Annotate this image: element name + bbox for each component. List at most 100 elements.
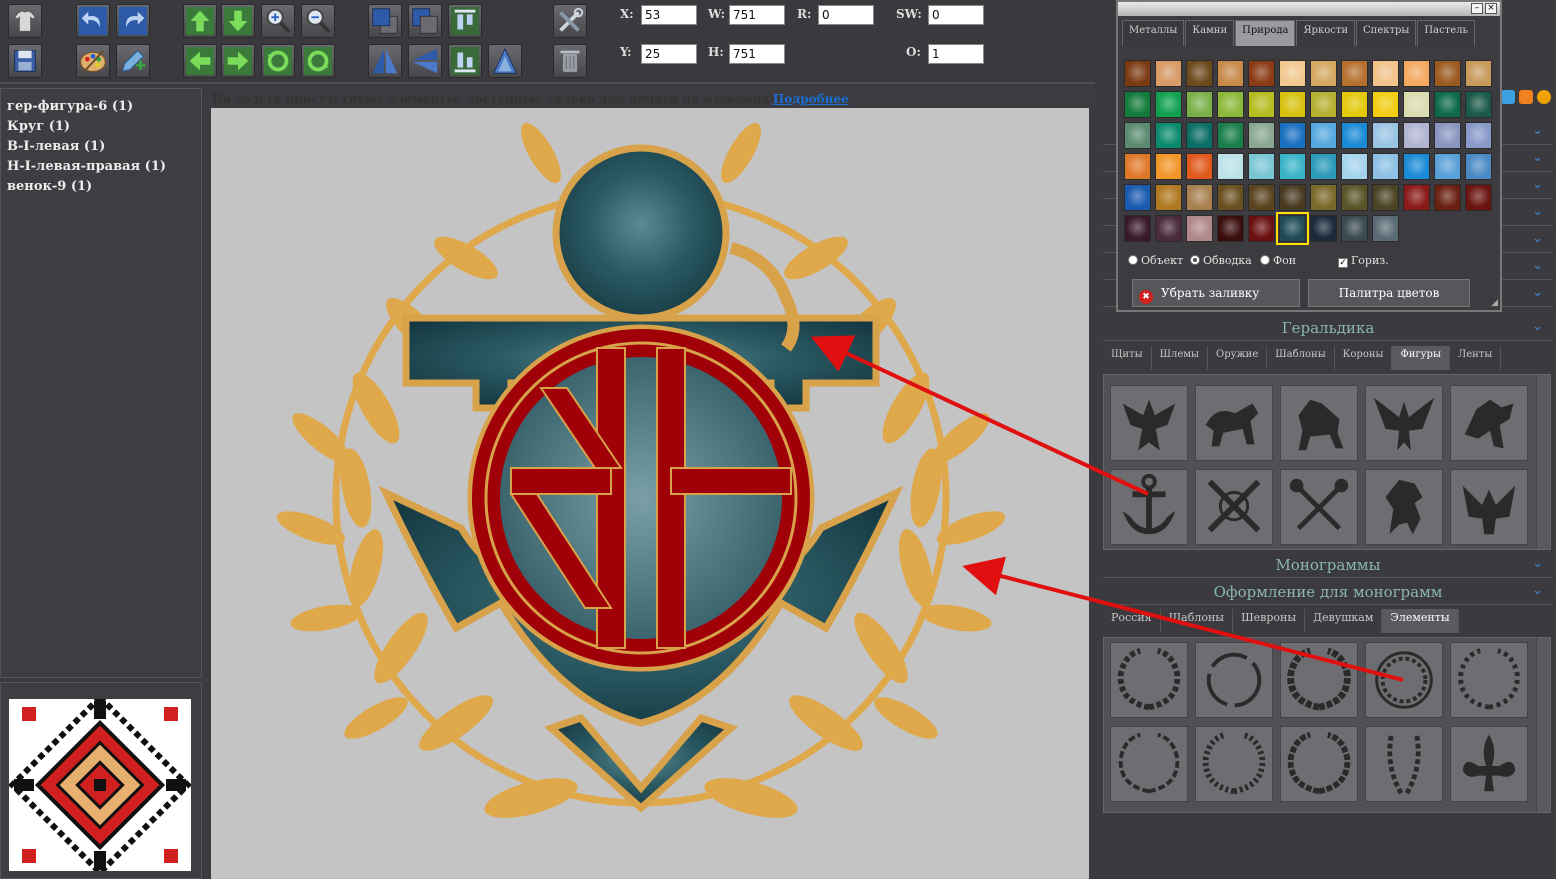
tab-nature[interactable]: Природа [1235,20,1296,46]
color-swatch[interactable] [1276,212,1309,245]
wreath-element[interactable] [1365,726,1443,802]
color-swatch[interactable] [1310,215,1337,242]
color-swatch[interactable] [1372,184,1399,211]
tab-ribbons[interactable]: Ленты [1450,346,1502,370]
color-swatch[interactable] [1248,153,1275,180]
color-swatch[interactable] [1310,153,1337,180]
color-swatch[interactable] [1155,122,1182,149]
palette-button[interactable] [76,44,110,78]
color-swatch[interactable] [1372,60,1399,87]
color-swatch[interactable] [1310,60,1337,87]
color-swatch[interactable] [1248,215,1275,242]
palette-titlebar[interactable]: – × [1118,2,1500,16]
color-swatch[interactable] [1465,153,1492,180]
layer-item[interactable]: Круг (1) [7,117,195,137]
move-down-button[interactable] [221,4,255,38]
color-swatch[interactable] [1465,184,1492,211]
twitter-icon[interactable] [1501,90,1515,104]
color-swatch[interactable] [1217,122,1244,149]
tab-elements[interactable]: Элементы [1382,609,1459,633]
anchor-monogram-design[interactable] [211,108,1089,879]
x-input[interactable] [641,5,697,25]
tab-templates[interactable]: Шаблоны [1161,609,1234,633]
color-swatch[interactable] [1341,60,1368,87]
wreath-element[interactable] [1450,642,1528,718]
tab-helmets[interactable]: Шлемы [1152,346,1208,370]
wreath-element[interactable] [1280,726,1358,802]
close-icon[interactable]: × [1485,3,1497,14]
rampant-lion-figure[interactable] [1365,469,1443,545]
color-swatch[interactable] [1217,91,1244,118]
layer-item[interactable]: В-I-левая (1) [7,137,195,157]
wreath-element[interactable] [1110,642,1188,718]
color-swatch[interactable] [1372,91,1399,118]
wreath-element[interactable] [1110,726,1188,802]
ornament-preview-image[interactable] [8,693,192,877]
tab-weapons[interactable]: Оружие [1208,346,1268,370]
move-right-button[interactable] [221,44,255,78]
delete-button[interactable] [553,44,587,78]
double-eagle-figure[interactable] [1110,385,1188,461]
color-swatch[interactable] [1403,122,1430,149]
color-swatch[interactable] [1248,122,1275,149]
heraldry-section-header[interactable]: Геральдика ⌄ [1103,315,1553,341]
tab-chevrons[interactable]: Шевроны [1233,609,1306,633]
color-swatch[interactable] [1217,215,1244,242]
move-up-button[interactable] [183,4,217,38]
color-swatch[interactable] [1403,91,1430,118]
heraldry-scrollbar[interactable] [1536,375,1550,549]
color-swatch[interactable] [1217,153,1244,180]
tab-pastel[interactable]: Пастель [1417,20,1475,46]
color-swatch[interactable] [1403,60,1430,87]
color-swatch[interactable] [1465,91,1492,118]
color-swatch[interactable] [1217,184,1244,211]
fill-target-stroke[interactable]: Обводка [1190,254,1252,267]
save-button[interactable] [8,44,42,78]
undo-button[interactable] [76,4,110,38]
edit-text-button[interactable] [116,44,150,78]
color-swatch[interactable] [1341,122,1368,149]
send-backward-button[interactable] [408,4,442,38]
zoom-out-button[interactable] [301,4,335,38]
crossed-anchors-figure[interactable] [1195,469,1273,545]
color-swatch[interactable] [1279,60,1306,87]
elements-scrollbar[interactable] [1536,638,1550,812]
color-swatch[interactable] [1403,184,1430,211]
tab-brightness[interactable]: Яркости [1296,20,1356,46]
color-swatch[interactable] [1372,215,1399,242]
color-swatch[interactable] [1403,153,1430,180]
mail-icon[interactable] [1537,90,1551,104]
color-swatch[interactable] [1186,184,1213,211]
spread-eagle-figure[interactable] [1365,385,1443,461]
color-swatch[interactable] [1186,91,1213,118]
bring-forward-button[interactable] [368,4,402,38]
monogram-decor-section-header[interactable]: Оформление для монограмм ⌄ [1103,579,1553,605]
color-swatch[interactable] [1124,91,1151,118]
height-input[interactable] [729,44,785,64]
tab-metals[interactable]: Металлы [1122,20,1185,46]
perspective-button[interactable] [488,44,522,78]
color-swatch[interactable] [1124,215,1151,242]
eagle-figure[interactable] [1450,469,1528,545]
tab-templates[interactable]: Шаблоны [1267,346,1335,370]
color-swatch[interactable] [1217,60,1244,87]
color-swatch[interactable] [1279,91,1306,118]
more-info-link[interactable]: Подробнее [773,92,849,106]
color-swatch[interactable] [1155,60,1182,87]
horizontal-gradient-checkbox[interactable]: ✓ Гориз. [1338,254,1389,268]
tab-stones[interactable]: Камни [1185,20,1235,46]
layer-item[interactable]: венок-9 (1) [7,177,195,197]
odnoklassniki-icon[interactable] [1519,90,1533,104]
layer-item[interactable]: гер-фигура-6 (1) [7,97,195,117]
tab-figures[interactable]: Фигуры [1392,346,1450,370]
anchor-figure[interactable] [1110,469,1188,545]
color-swatch[interactable] [1155,215,1182,242]
wreath-element[interactable] [1365,642,1443,718]
color-swatch[interactable] [1465,122,1492,149]
color-swatch[interactable] [1341,215,1368,242]
color-swatch[interactable] [1124,153,1151,180]
wreath-element[interactable] [1195,642,1273,718]
horse-figure[interactable] [1280,385,1358,461]
color-swatch[interactable] [1186,60,1213,87]
flip-vertical-button[interactable] [408,44,442,78]
